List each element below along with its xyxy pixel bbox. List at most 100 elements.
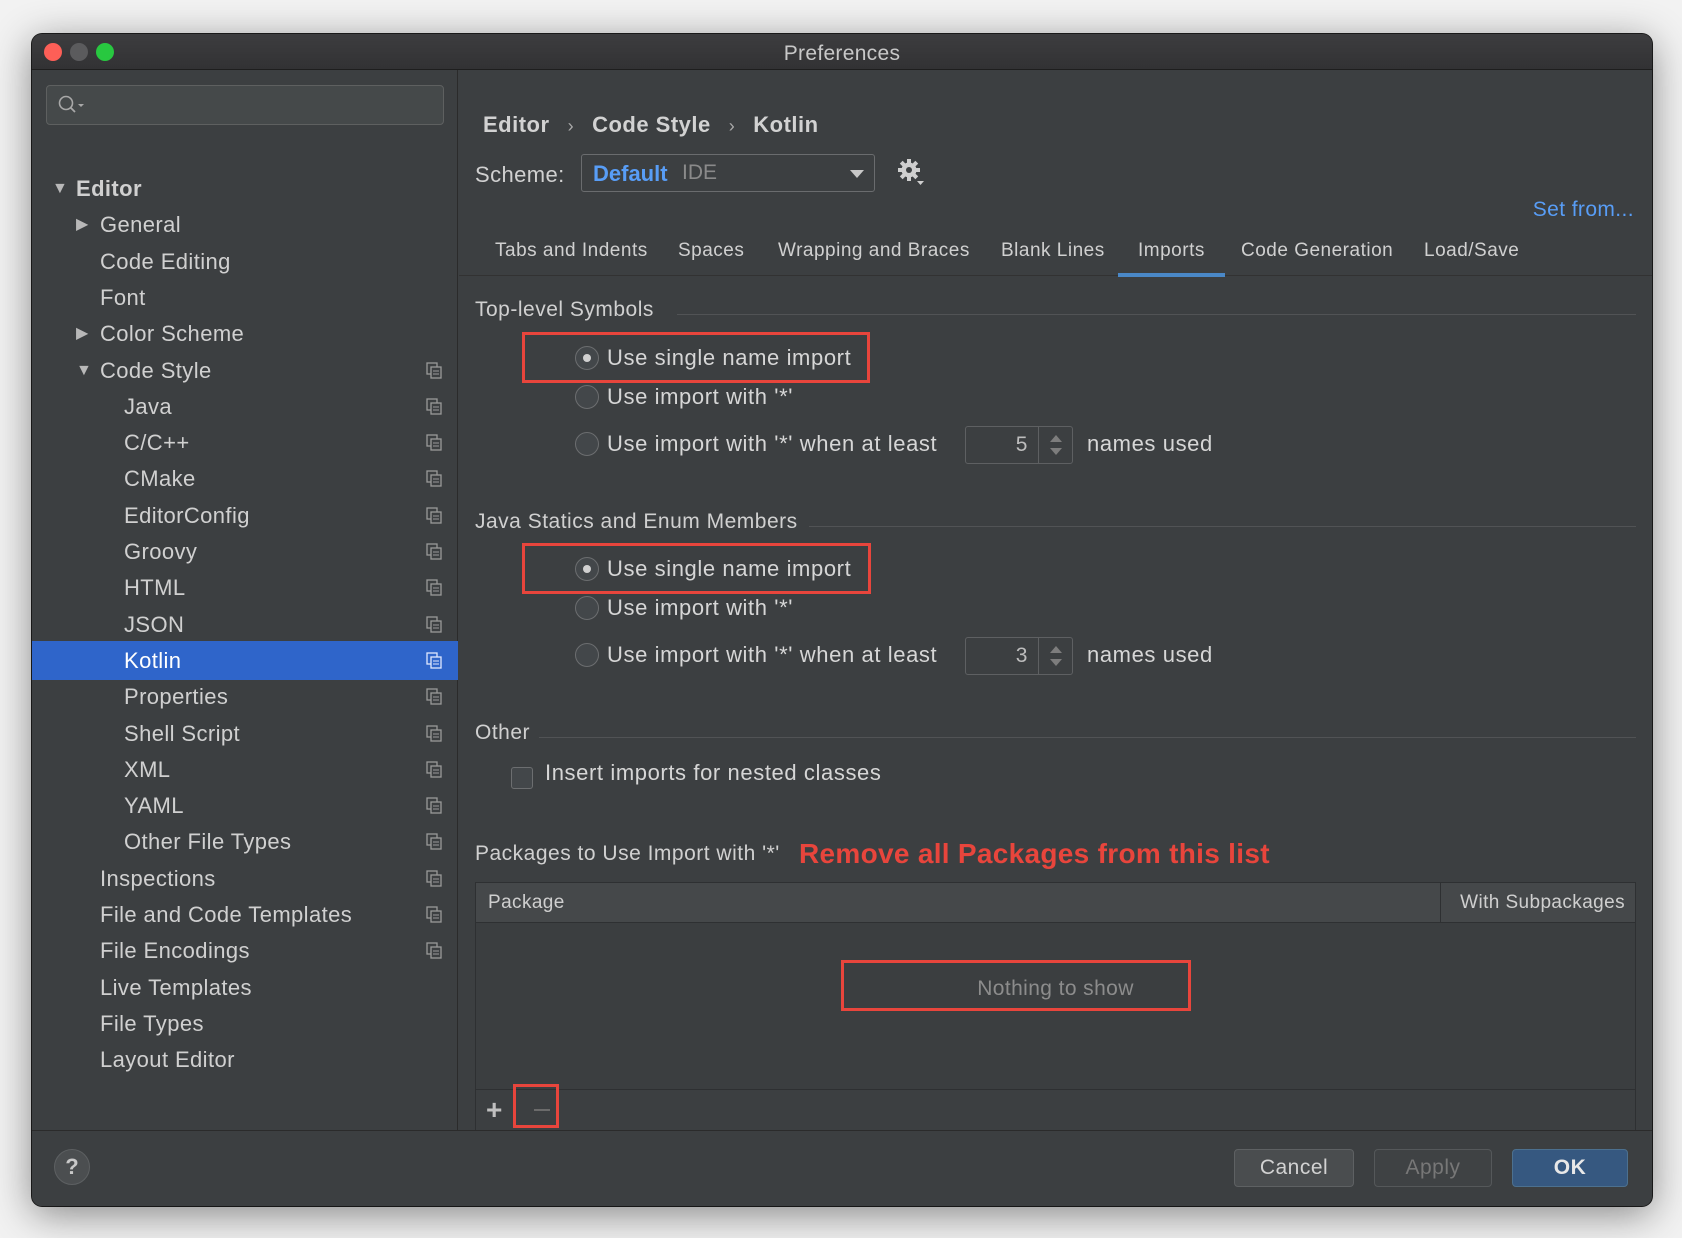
settings-search-input[interactable] <box>46 85 444 125</box>
sidebar-item-label: Editor <box>76 176 142 201</box>
sidebar-item-color-scheme[interactable]: ▶ Color Scheme <box>32 314 458 353</box>
chevron-down-icon[interactable] <box>1050 659 1062 666</box>
sidebar-item-groovy[interactable]: Groovy <box>32 532 458 571</box>
help-button[interactable]: ? <box>54 1149 90 1185</box>
sidebar-item-label: File and Code Templates <box>100 902 353 927</box>
sidebar-item-live-templates[interactable]: Live Templates <box>32 968 458 1007</box>
sidebar-item-editor[interactable]: ▼ Editor <box>32 169 458 208</box>
sidebar-item-code-style[interactable]: ▼ Code Style <box>32 351 458 390</box>
sidebar-item-layout-editor[interactable]: Layout Editor <box>32 1040 458 1079</box>
tab-spaces[interactable]: Spaces <box>678 234 744 276</box>
sidebar-item-other-file-types[interactable]: Other File Types <box>32 822 458 861</box>
annotation-text: Remove all Packages from this list <box>799 838 1270 869</box>
stepper-buttons[interactable] <box>1038 427 1072 463</box>
breadcrumb-separator: › <box>728 116 736 136</box>
sidebar-item-kotlin[interactable]: Kotlin <box>32 640 458 680</box>
radio-button[interactable] <box>575 385 599 409</box>
chevron-up-icon[interactable] <box>1050 435 1062 442</box>
stepper-buttons[interactable] <box>1038 638 1072 674</box>
sidebar-item-label: C/C++ <box>124 430 190 456</box>
table-toolbar: + <box>476 1089 1635 1131</box>
sidebar-item-label: Code Editing <box>100 248 231 274</box>
sidebar-item-file-and-code-templates[interactable]: File and Code Templates <box>32 895 458 934</box>
project-scope-icon <box>426 398 442 415</box>
sidebar-item-label: CMake <box>124 466 196 492</box>
set-from-link[interactable]: Set from... <box>1533 198 1634 222</box>
tab-blank-lines[interactable]: Blank Lines <box>1001 234 1105 276</box>
chevron-down-icon[interactable]: ▼ <box>52 169 68 208</box>
nested-classes-checkbox[interactable] <box>511 767 533 789</box>
search-icon <box>58 95 84 113</box>
scheme-dropdown[interactable]: Default IDE <box>581 154 875 192</box>
radio-label: Use import with '*' <box>607 384 794 409</box>
chevron-right-icon[interactable]: ▶ <box>76 314 89 353</box>
chevron-right-icon[interactable]: ▶ <box>76 205 89 244</box>
sidebar-item-java[interactable]: Java <box>32 387 458 426</box>
sidebar-item-label: General <box>100 212 182 238</box>
dialog-footer: ? Cancel Apply OK <box>32 1130 1652 1206</box>
project-scope-icon <box>426 688 442 705</box>
tab-code-generation[interactable]: Code Generation <box>1241 234 1393 276</box>
sidebar-item-label: Other File Types <box>124 829 292 855</box>
sidebar-item-inspections[interactable]: Inspections <box>32 859 458 898</box>
chevron-up-icon[interactable] <box>1050 646 1062 653</box>
add-package-button[interactable]: + <box>486 1094 502 1126</box>
project-scope-icon <box>426 724 442 742</box>
sidebar-item-label: File Encodings <box>100 938 250 964</box>
top-level-names-count-stepper[interactable]: 5 <box>965 426 1073 464</box>
radio-button[interactable] <box>575 596 599 620</box>
packages-title: Packages to Use Import with '*' <box>475 842 780 865</box>
gear-icon[interactable] <box>897 158 925 186</box>
tab-imports[interactable]: Imports <box>1118 234 1225 277</box>
highlight-box <box>522 543 871 594</box>
sidebar-item-file-encodings[interactable]: File Encodings <box>32 931 458 970</box>
breadcrumb-code-style: Code Style <box>592 112 711 137</box>
breadcrumb-separator: › <box>567 116 575 136</box>
project-scope-icon <box>426 507 442 524</box>
sidebar-item-yaml[interactable]: YAML <box>32 786 458 825</box>
chevron-down-icon[interactable] <box>1050 448 1062 455</box>
stepper-value: 3 <box>1015 644 1028 667</box>
sidebar-item-html[interactable]: HTML <box>32 568 458 607</box>
sidebar-item-properties[interactable]: Properties <box>32 677 458 716</box>
column-header-package[interactable]: Package <box>488 892 565 914</box>
sidebar-item-cmake[interactable]: CMake <box>32 459 458 498</box>
settings-content-panel: Editor › Code Style › Kotlin Scheme: Default… <box>459 70 1652 1165</box>
tab-wrapping-and-braces[interactable]: Wrapping and Braces <box>778 234 970 276</box>
sidebar-item-label: Color Scheme <box>100 321 245 347</box>
sidebar-item-c-c-[interactable]: C/C++ <box>32 423 458 462</box>
tab-tabs-and-indents[interactable]: Tabs and Indents <box>495 234 648 276</box>
java-statics-names-count-stepper[interactable]: 3 <box>965 637 1073 675</box>
apply-button[interactable]: Apply <box>1374 1149 1492 1187</box>
sidebar-item-json[interactable]: JSON <box>32 605 458 644</box>
tab-load-save[interactable]: Load/Save <box>1424 234 1519 276</box>
chevron-down-icon[interactable]: ▼ <box>76 351 92 390</box>
column-header-with-subpackages[interactable]: With Subpackages <box>1460 892 1625 914</box>
breadcrumb-kotlin: Kotlin <box>753 112 819 137</box>
sidebar-item-label: Properties <box>124 684 229 710</box>
scheme-label: Scheme: <box>475 162 565 187</box>
nested-classes-label: Insert imports for nested classes <box>545 760 882 785</box>
sidebar-item-code-editing[interactable]: Code Editing <box>32 242 458 281</box>
ok-button[interactable]: OK <box>1512 1149 1628 1187</box>
sidebar-item-xml[interactable]: XML <box>32 750 458 789</box>
radio-button[interactable] <box>575 432 599 456</box>
project-scope-icon <box>426 761 442 778</box>
sidebar-item-editorconfig[interactable]: EditorConfig <box>32 496 458 535</box>
sidebar-item-label: Layout Editor <box>100 1047 235 1073</box>
column-divider <box>1440 883 1441 923</box>
sidebar-item-label: Kotlin <box>124 647 182 673</box>
radio-button[interactable] <box>575 643 599 667</box>
cancel-button[interactable]: Cancel <box>1234 1149 1354 1187</box>
sidebar-item-label: Font <box>100 284 146 310</box>
window-title: Preferences <box>783 42 901 65</box>
project-scope-icon <box>426 870 442 887</box>
sidebar-item-general[interactable]: ▶ General <box>32 205 458 244</box>
sidebar-item-font[interactable]: Font <box>32 278 458 317</box>
sidebar-item-shell-script[interactable]: Shell Script <box>32 714 458 753</box>
section-divider <box>809 526 1636 527</box>
preferences-window: Preferences ▼ Editor ▶ General Code Editing F… <box>32 34 1652 1206</box>
sidebar-item-file-types[interactable]: File Types <box>32 1004 458 1043</box>
sidebar-item-label: HTML <box>124 575 186 601</box>
sidebar-item-label: Java <box>124 393 173 419</box>
